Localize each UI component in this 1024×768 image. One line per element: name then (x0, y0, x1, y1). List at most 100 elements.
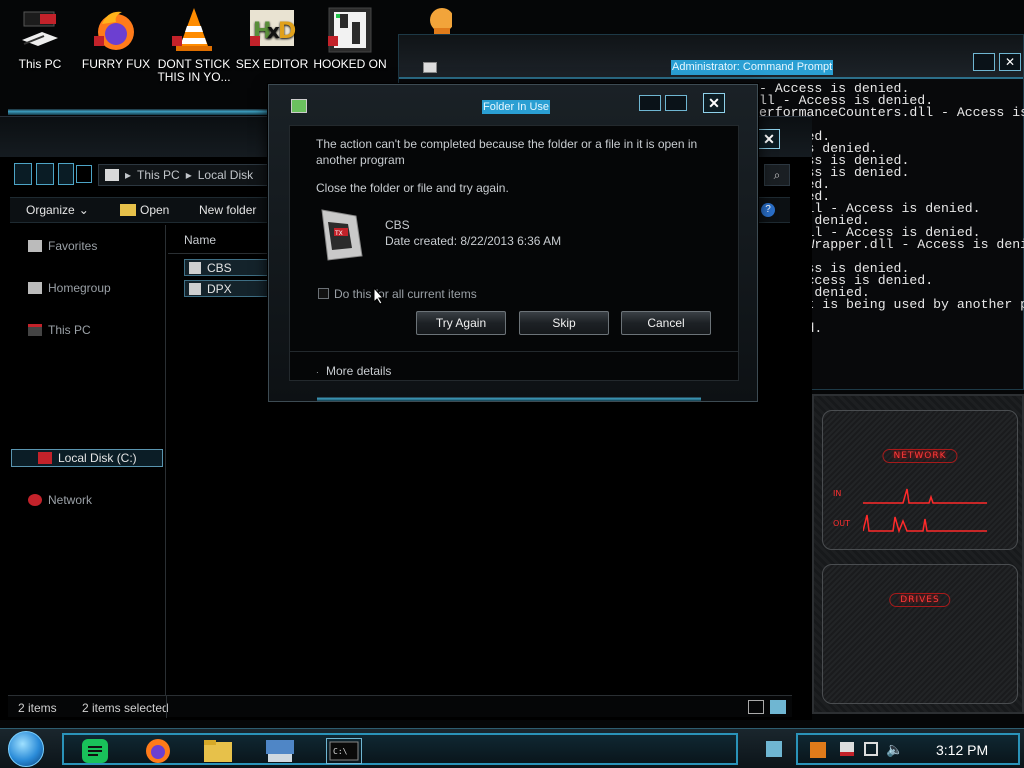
folder-icon (120, 204, 136, 216)
taskbar-explorer-icon[interactable] (202, 738, 234, 764)
taskbar-keyboard-icon[interactable] (264, 738, 296, 764)
folder-icon (189, 282, 201, 295)
cmd-titlebar[interactable]: Administrator: Command Prompt ✕ (399, 35, 1023, 79)
action-center-icon[interactable] (840, 742, 854, 756)
dialog-title: Folder In Use (482, 100, 551, 114)
file-row-cbs[interactable]: CBS (184, 259, 268, 276)
restore-button[interactable] (973, 53, 995, 71)
system-tray: 🔈 3:12 PM (796, 733, 1020, 765)
star-icon (28, 240, 42, 252)
breadcrumb-this-pc[interactable]: This PC (137, 168, 180, 182)
item-date: Date created: 8/22/2013 6:36 AM (385, 234, 562, 248)
chevron-right-icon: · (316, 368, 319, 377)
dialog-message: The action can't be completed because th… (316, 137, 698, 167)
taskbar-notes-icon[interactable] (80, 738, 112, 764)
network-panel: NETWORK IN OUT (822, 410, 1018, 550)
selected-count: 2 items selected (82, 701, 169, 715)
game-icon (326, 6, 374, 54)
minimize-button[interactable] (639, 95, 661, 111)
explorer-close-button[interactable]: ✕ (758, 129, 780, 149)
breadcrumb-sep-icon: ▸ (185, 168, 192, 182)
desktop-icon-hooked-on[interactable]: HOOKED ON (312, 6, 388, 90)
drives-panel: DRIVES (822, 564, 1018, 704)
large-icons-view-icon[interactable] (770, 700, 786, 714)
address-bar[interactable]: ▸ This PC ▸ Local Disk (98, 164, 268, 186)
drive-icon (38, 452, 52, 464)
open-button[interactable]: Open (120, 203, 169, 217)
organize-button[interactable]: Organize ⌄ (26, 203, 89, 217)
divider (168, 253, 268, 254)
cmd-close-button[interactable]: ✕ (999, 53, 1021, 71)
network-title: NETWORK (882, 449, 958, 463)
column-header-name[interactable]: Name (184, 233, 216, 247)
desktop-icon-label: This PC (18, 57, 62, 71)
dialog-close-button[interactable]: ✕ (703, 93, 725, 113)
skip-button[interactable]: Skip (519, 311, 609, 335)
desktop-icon-label: SEX EDITOR (235, 57, 309, 71)
desktop-icon-dont-stick[interactable]: DONT STICK THIS IN YO... (156, 6, 232, 90)
nav-network[interactable]: Network (28, 493, 92, 507)
nav-homegroup[interactable]: Homegroup (28, 281, 111, 295)
hxd-icon: H x D (248, 6, 296, 54)
back-button[interactable] (14, 163, 32, 185)
more-details-toggle[interactable]: · More details (316, 364, 391, 378)
taskbar-firefox-icon[interactable] (142, 738, 174, 764)
breadcrumb-sep-icon: ▸ (125, 168, 132, 182)
mouse-cursor-icon (373, 287, 385, 305)
start-button[interactable] (8, 731, 44, 767)
volume-icon[interactable]: 🔈 (886, 741, 903, 758)
network-tray-icon[interactable] (864, 742, 878, 756)
computer-icon (28, 324, 42, 336)
drives-title: DRIVES (889, 593, 951, 607)
nav-favorites[interactable]: Favorites (28, 239, 97, 253)
window-frame-top (8, 109, 268, 115)
clock[interactable]: 3:12 PM (936, 742, 988, 758)
desktop-icon-label: FURRY FUX (81, 57, 151, 71)
item-name: CBS (385, 218, 410, 232)
forward-button[interactable] (36, 163, 54, 185)
help-icon[interactable]: ? (761, 203, 775, 217)
file-thumbnail-icon: TX (318, 208, 366, 262)
network-graph (863, 488, 987, 534)
dialog-icon (291, 99, 307, 113)
recent-button[interactable] (58, 163, 74, 185)
cmd-icon (423, 62, 437, 73)
apply-all-label[interactable]: Do this for all current items (334, 287, 477, 301)
details-view-icon[interactable] (748, 700, 764, 714)
homegroup-icon (28, 282, 42, 294)
taskbar: C:\ 🔈 3:12 PM (0, 728, 1024, 768)
divider (290, 351, 738, 352)
folder-in-use-dialog[interactable]: Folder In Use ✕ The action can't be comp… (268, 84, 758, 402)
nav-this-pc[interactable]: This PC (28, 323, 91, 337)
maximize-button[interactable] (665, 95, 687, 111)
item-count: 2 items (18, 701, 57, 715)
breadcrumb-local-disk[interactable]: Local Disk (198, 168, 253, 182)
file-row-dpx[interactable]: DPX (184, 280, 268, 297)
show-desktop-icon[interactable] (766, 741, 782, 757)
network-drives-gadget[interactable]: NETWORK IN OUT DRIVES (812, 394, 1024, 714)
nav-local-disk[interactable]: Local Disk (C:) (38, 451, 137, 465)
tray-app-icon[interactable] (810, 742, 826, 758)
folder-icon (189, 261, 201, 274)
new-folder-button[interactable]: New folder (199, 203, 256, 217)
cancel-button[interactable]: Cancel (621, 311, 711, 335)
divider (166, 696, 167, 718)
taskbar-apps: C:\ (62, 733, 738, 765)
desktop-icon-furry-fux[interactable]: FURRY FUX (78, 6, 154, 90)
up-button[interactable] (76, 165, 92, 183)
apply-all-checkbox[interactable] (318, 288, 329, 299)
window-frame-bottom (317, 397, 701, 401)
chevron-down-icon: ⌄ (78, 203, 89, 217)
svg-text:TX: TX (334, 230, 343, 237)
computer-icon (16, 6, 64, 54)
svg-text:C:\: C:\ (333, 747, 348, 756)
desktop-icon-this-pc[interactable]: This PC (2, 6, 78, 90)
drive-icon (105, 169, 119, 181)
in-label: IN (833, 489, 842, 498)
desktop-icon-sex-editor[interactable]: H x D SEX EDITOR (234, 6, 310, 90)
out-label: OUT (833, 519, 851, 528)
try-again-button[interactable]: Try Again (416, 311, 506, 335)
taskbar-cmd-icon[interactable]: C:\ (326, 738, 362, 764)
search-icon[interactable]: ⌕ (764, 164, 790, 186)
navigation-pane[interactable]: Favorites Homegroup This PC Local Disk (… (10, 225, 166, 695)
